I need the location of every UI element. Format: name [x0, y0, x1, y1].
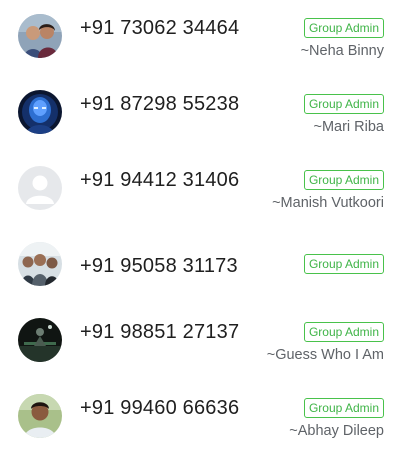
- participant-phone: +91 95058 31173: [80, 255, 238, 277]
- group-admin-badge: Group Admin: [303, 398, 384, 418]
- couple-photo-avatar[interactable]: [18, 14, 62, 58]
- dark-stage-avatar[interactable]: [18, 318, 62, 362]
- participants-list: +91 73062 34464 Group Admin ~Neha Binny …: [0, 0, 400, 450]
- participant-nickname: ~Abhay Dileep: [289, 423, 384, 439]
- participant-row[interactable]: +91 87298 55238 Group Admin ~Mari Riba: [0, 82, 400, 142]
- man-portrait-avatar[interactable]: [18, 394, 62, 438]
- participant-phone: +91 94412 31406: [80, 169, 240, 191]
- participant-row[interactable]: +91 95058 31173 Group Admin: [0, 234, 400, 294]
- participant-row[interactable]: +91 73062 34464 Group Admin ~Neha Binny: [0, 6, 400, 66]
- participant-row[interactable]: +91 98851 27137 Group Admin ~Guess Who I…: [0, 310, 400, 370]
- participant-phone: +91 87298 55238: [80, 93, 240, 115]
- group-admin-badge: Group Admin: [303, 94, 384, 114]
- group-admin-badge: Group Admin: [303, 18, 384, 38]
- default-person-avatar[interactable]: [18, 166, 62, 210]
- participant-nickname: ~Manish Vutkoori: [272, 195, 384, 211]
- group-admin-badge: Group Admin: [303, 170, 384, 190]
- participant-row[interactable]: +91 99460 66636 Group Admin ~Abhay Dilee…: [0, 386, 400, 446]
- participant-nickname: ~Guess Who I Am: [266, 347, 384, 363]
- participant-phone: +91 99460 66636: [80, 397, 240, 419]
- participant-nickname: ~Neha Binny: [300, 43, 384, 59]
- participant-nickname: ~Mari Riba: [313, 119, 384, 135]
- participant-phone: +91 73062 34464: [80, 17, 240, 39]
- group-admin-badge: Group Admin: [303, 254, 384, 274]
- participant-phone: +91 98851 27137: [80, 321, 240, 343]
- participant-row[interactable]: +91 94412 31406 Group Admin ~Manish Vutk…: [0, 158, 400, 218]
- blue-character-avatar[interactable]: [18, 90, 62, 134]
- group-admin-badge: Group Admin: [303, 322, 384, 342]
- group-selfie-avatar[interactable]: [18, 242, 62, 286]
